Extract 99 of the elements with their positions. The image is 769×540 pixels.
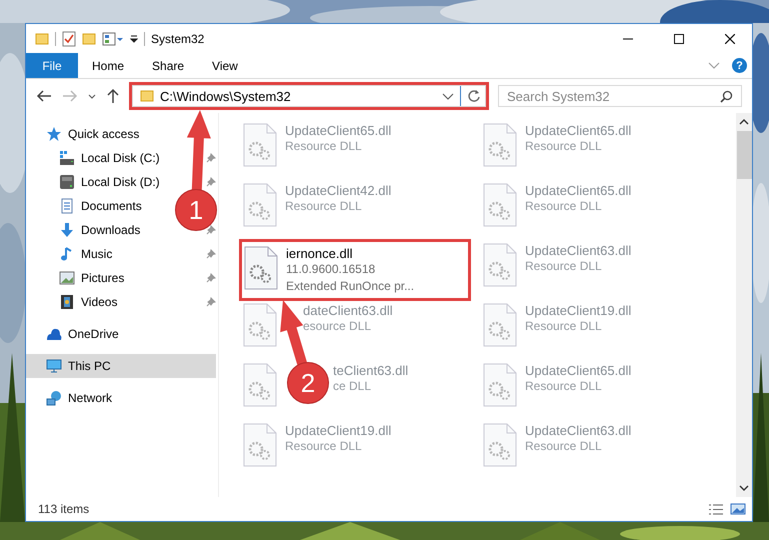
- pc-icon: [46, 358, 62, 374]
- file-detail: Resource DLL: [285, 198, 363, 215]
- pictures-icon: [59, 270, 75, 286]
- file-tab[interactable]: File: [26, 53, 78, 78]
- drive-icon: [59, 174, 75, 190]
- sidebar-item[interactable]: Videos: [26, 290, 124, 314]
- dll-file-icon[interactable]: [483, 243, 517, 287]
- dll-file-icon[interactable]: [483, 123, 517, 167]
- up-icon[interactable]: [106, 88, 120, 104]
- folder-icon[interactable]: [82, 32, 96, 44]
- forward-icon[interactable]: [62, 89, 78, 103]
- back-icon[interactable]: [36, 89, 52, 103]
- file-detail: Resource DLL: [525, 318, 603, 335]
- window-title: System32: [151, 32, 204, 46]
- file-name: UpdateClient65.dll: [525, 123, 632, 138]
- number-badge: 2: [287, 362, 329, 404]
- file-detail: Resource DLL: [525, 258, 603, 275]
- folder-icon[interactable]: [35, 32, 49, 44]
- dll-file-icon[interactable]: [483, 363, 517, 407]
- pin-icon[interactable]: [206, 153, 216, 163]
- dll-file-icon[interactable]: [483, 183, 517, 227]
- help-button[interactable]: ?: [732, 58, 747, 73]
- file-name: UpdateClient65.dll: [285, 123, 392, 138]
- refresh-icon[interactable]: [467, 89, 481, 103]
- file-detail: ce DLL: [333, 378, 372, 395]
- file-detail: Resource DLL: [285, 138, 363, 155]
- dll-file-icon[interactable]: [243, 183, 277, 227]
- pin-icon[interactable]: [206, 273, 216, 283]
- number-badge: 1: [175, 189, 217, 231]
- address-bar[interactable]: C:\Windows\System32: [132, 85, 486, 107]
- ribbon-tab[interactable]: View: [198, 53, 252, 78]
- sidebar-item[interactable]: Quick access: [26, 122, 146, 146]
- dll-file-icon[interactable]: [243, 363, 277, 407]
- videos-icon: [59, 294, 75, 310]
- checklist-icon[interactable]: [62, 30, 76, 46]
- properties-icon[interactable]: [102, 32, 124, 46]
- sidebar-item[interactable]: Music: [26, 242, 118, 266]
- file-item[interactable]: iernonce.dll 11.0.9600.16518 Extended RunOnce pr...: [242, 242, 468, 298]
- scroll-up-icon[interactable]: [739, 119, 749, 125]
- ribbon-tab[interactable]: Home: [78, 53, 138, 78]
- star-icon: [46, 126, 62, 142]
- sidebar-item[interactable]: Local Disk (C:): [26, 146, 166, 170]
- file-detail: 11.0.9600.16518: [286, 261, 376, 278]
- dll-file-icon[interactable]: [244, 246, 278, 290]
- dll-file-icon[interactable]: [243, 123, 277, 167]
- scroll-down-icon[interactable]: [739, 485, 749, 491]
- folder-icon: [140, 90, 154, 102]
- file-name: UpdateClient63.dll: [525, 423, 632, 438]
- file-detail: Resource DLL: [285, 438, 363, 455]
- file-name: UpdateClient65.dll: [525, 363, 632, 378]
- file-name: UpdateClient63.dll: [525, 243, 632, 258]
- maximize-icon: [674, 34, 684, 44]
- search-field[interactable]: Search System32: [498, 85, 742, 107]
- large-icons-view-icon[interactable]: [730, 503, 746, 515]
- dll-file-icon[interactable]: [243, 303, 277, 347]
- dll-file-icon[interactable]: [483, 423, 517, 467]
- chevron-icon[interactable]: [708, 62, 720, 69]
- dll-file-icon[interactable]: [483, 303, 517, 347]
- scrollbar[interactable]: [736, 113, 752, 497]
- address-path: C:\Windows\System32: [160, 88, 292, 104]
- onedrive-icon: [46, 326, 62, 342]
- file-name: UpdateClient19.dll: [525, 303, 632, 318]
- network-icon: [46, 390, 62, 406]
- file-detail: Resource DLL: [525, 378, 603, 395]
- file-detail: Resource DLL: [525, 138, 603, 155]
- dropdown-icon[interactable]: [130, 34, 138, 42]
- sidebar-item[interactable]: Downloads: [26, 218, 146, 242]
- sidebar-item[interactable]: OneDrive: [26, 322, 125, 346]
- close-icon: [724, 34, 734, 44]
- scroll-thumb[interactable]: [736, 131, 752, 179]
- sidebar-item[interactable]: This PC: [26, 354, 216, 378]
- file-name: teClient63.dll: [333, 363, 408, 378]
- sidebar-item[interactable]: Documents: [26, 194, 148, 218]
- search-icon[interactable]: [720, 90, 733, 103]
- details-view-icon[interactable]: [708, 504, 724, 514]
- downloads-icon: [59, 222, 75, 238]
- file-name: dateClient63.dll: [303, 303, 393, 318]
- sidebar-item[interactable]: Network: [26, 386, 118, 410]
- dropdown-icon[interactable]: [442, 92, 454, 100]
- pin-icon[interactable]: [206, 297, 216, 307]
- file-detail: Resource DLL: [525, 438, 603, 455]
- file-name: UpdateClient65.dll: [525, 183, 632, 198]
- documents-icon: [59, 198, 75, 214]
- sidebar-item[interactable]: Pictures: [26, 266, 130, 290]
- file-name: iernonce.dll: [286, 246, 354, 261]
- dll-file-icon[interactable]: [243, 423, 277, 467]
- file-name: UpdateClient42.dll: [285, 183, 392, 198]
- pin-icon[interactable]: [206, 177, 216, 187]
- item-count: 113 items: [38, 502, 90, 516]
- pin-icon[interactable]: [206, 225, 216, 235]
- file-detail: Extended RunOnce pr...: [286, 278, 414, 295]
- file-detail: esource DLL: [303, 318, 372, 335]
- recent-locations-icon[interactable]: [88, 94, 96, 98]
- ribbon-tab[interactable]: Share: [138, 53, 198, 78]
- file-detail: Resource DLL: [525, 198, 603, 215]
- sidebar-item[interactable]: Local Disk (D:): [26, 170, 166, 194]
- drive-c-icon: [59, 150, 75, 166]
- pin-icon[interactable]: [206, 249, 216, 259]
- file-name: UpdateClient19.dll: [285, 423, 392, 438]
